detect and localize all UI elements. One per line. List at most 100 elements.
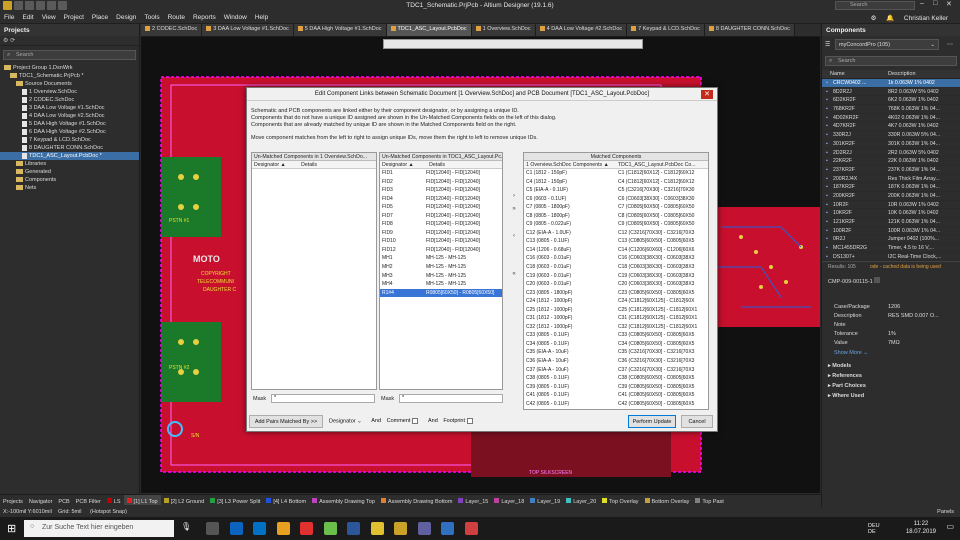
task-view-icon[interactable]: [206, 522, 219, 535]
edge-icon[interactable]: [230, 522, 243, 535]
matched-component-row[interactable]: C37 (EIA-A - 10uF) C37 (C3216[70X30] - C3…: [524, 366, 708, 375]
designator-select[interactable]: Designator: [329, 418, 356, 424]
matched-component-row[interactable]: C33 (0805 - 0.1UF) C33 (C0805[60X50] - C0…: [524, 331, 708, 340]
component-row[interactable]: ▪ 10KR2F 10K 0.063W 1% 0402: [822, 209, 960, 218]
user-name[interactable]: Christian Keller: [900, 12, 952, 22]
matched-component-row[interactable]: C14 (1206 - 0.68uF) C14 (C1206[60X60] - C…: [524, 246, 708, 255]
menu-project[interactable]: Project: [60, 11, 88, 21]
component-row[interactable]: ▪ 200KR2F 200K 0.063W 1% 04...: [822, 192, 960, 201]
add-pairs-matched-button[interactable]: Add Pairs Matched By >>: [249, 415, 323, 428]
document-tab[interactable]: TDC1_ASC_Layout.PcbDoc: [386, 24, 472, 36]
project-tree-item[interactable]: 3 DAA Low Voltage #1.SchDoc: [0, 104, 139, 112]
matched-component-row[interactable]: C1 (1812 - 150pF) C1 (C1812[60X12] - C181…: [524, 169, 708, 178]
col-details-label[interactable]: Details: [429, 162, 445, 168]
unmatched-pcb-list[interactable]: Un-Matched Components in TDC1_ASC_Layout…: [379, 152, 503, 390]
component-row[interactable]: ▪ MC1455DR2G Timer, 4.5 to 16 V,...: [822, 244, 960, 253]
matched-component-row[interactable]: C16 (0603 - 0.01uF) C16 (C0603[38X30] - C…: [524, 254, 708, 263]
matched-component-row[interactable]: C8 (0805 - 1800pF) C8 (C0805[60X50] - C08…: [524, 212, 708, 221]
word-icon[interactable]: [347, 522, 360, 535]
col-pcb-components[interactable]: TDC1_ASC_Layout.PcbDoc Co...: [618, 162, 696, 168]
minimize-icon[interactable]: –: [920, 0, 924, 7]
library-select[interactable]: myConcordPro (105) ⌄: [835, 39, 939, 50]
matched-component-row[interactable]: C42 (0805 - 0.1UF) C42 (C0805[60X50] - C0…: [524, 400, 708, 409]
menu-window[interactable]: Window: [220, 11, 251, 21]
settings-gear-icon[interactable]: ⚙: [867, 11, 881, 22]
designator-dropdown-icon[interactable]: ⌄: [356, 418, 362, 424]
matched-component-row[interactable]: C31 (1812 - 1000pF) C31 (C1812[60X125] - …: [524, 314, 708, 323]
component-row[interactable]: ▪ 22KR2F 22K 0.063W 1% 0402: [822, 157, 960, 166]
project-tree-item[interactable]: 7 Keypad & LCD.SchDoc: [0, 136, 139, 144]
microphone-icon[interactable]: 🎙: [181, 522, 191, 531]
matched-component-row[interactable]: C18 (0603 - 0.01uF) C18 (C0603[38X30] - C…: [524, 263, 708, 272]
component-row[interactable]: ▪ 4D7KR2F 4K7 0.063W 1% 0402: [822, 122, 960, 132]
matched-component-row[interactable]: C23 (0805 - 1800pF) C23 (C0805[60X50] - C…: [524, 289, 708, 298]
global-search-input[interactable]: Search: [835, 1, 915, 10]
unmatched-pcb-row[interactable]: FID2 FID[12040] - FID[12040]: [380, 178, 502, 187]
component-row[interactable]: ▪ DS1307+ I2C Real-Time Clock,...: [822, 253, 960, 262]
project-tree-item[interactable]: 1 Overview.SchDoc: [0, 88, 139, 96]
unmatched-pcb-row[interactable]: FID10 FID[12040] - FID[12040]: [380, 237, 502, 246]
project-tree-item[interactable]: 6 DAA High Voltage #2.SchDoc: [0, 128, 139, 136]
project-tree-item[interactable]: Generated: [0, 168, 139, 176]
move-all-right-arrow[interactable]: »: [509, 206, 519, 215]
section-header[interactable]: ▸ Part Choices: [822, 382, 960, 392]
col-description[interactable]: Description: [888, 71, 916, 77]
project-tree-item[interactable]: Source Documents: [0, 80, 139, 88]
project-tree-item[interactable]: 5 DAA High Voltage #1.SchDoc: [0, 120, 139, 128]
move-all-left-arrow[interactable]: «: [509, 271, 519, 280]
layer-tab[interactable]: [2] L2 Ground: [161, 495, 208, 505]
col-name[interactable]: Name: [830, 71, 845, 77]
matched-components-list[interactable]: Matched Components 1 Overview.SchDoc Com…: [523, 152, 709, 410]
matched-component-row[interactable]: C39 (0805 - 0.1UF) C39 (C0805[60X50] - C0…: [524, 383, 708, 392]
unmatched-pcb-row[interactable]: R1#4 R0805[60X50] - R0805[60X50]: [380, 288, 502, 298]
project-tree-item[interactable]: Libraries: [0, 160, 139, 168]
unmatched-pcb-row[interactable]: FID7 FID[12040] - FID[12040]: [380, 212, 502, 221]
layer-tab[interactable]: LS: [104, 495, 124, 505]
comment-checkbox[interactable]: [412, 418, 419, 424]
menu-tools[interactable]: Tools: [140, 11, 163, 21]
explorer-icon[interactable]: [371, 522, 384, 535]
panels-button[interactable]: Panels: [937, 509, 954, 515]
col-schematic-components[interactable]: 1 Overview.SchDoc Components: [526, 162, 602, 168]
document-tab[interactable]: 2 CODEC.SchDoc: [141, 24, 203, 36]
unmatched-pcb-row[interactable]: MH4 MH-125 - MH-125: [380, 280, 502, 289]
windows-start-icon[interactable]: ⊞: [7, 522, 16, 535]
component-row[interactable]: ▪ 4D02KR2F 4K02 0.063W 1% 04...: [822, 114, 960, 123]
matched-component-row[interactable]: C13 (0805 - 0.1UF) C13 (C0805[60X50] - C0…: [524, 237, 708, 246]
outlook-icon[interactable]: [253, 522, 266, 535]
unmatched-pcb-row[interactable]: FID3 FID[12040] - FID[12040]: [380, 186, 502, 195]
document-tab[interactable]: 5 DAA High Voltage #1.SchDoc: [293, 24, 387, 36]
matched-component-row[interactable]: C19 (0603 - 0.01uF) C19 (C0603[38X30] - C…: [524, 272, 708, 281]
project-tree-item[interactable]: 2 CODEC.SchDoc: [0, 96, 139, 104]
footprint-checkbox[interactable]: [467, 418, 474, 424]
unmatched-schematic-list[interactable]: Un-Matched Components in 1 Overview.SchD…: [251, 152, 377, 390]
unmatched-pcb-row[interactable]: FID5 FID[12040] - FID[12040]: [380, 203, 502, 212]
layer-tab[interactable]: Bottom Overlay: [642, 495, 693, 505]
refresh-icon[interactable]: ⟳: [10, 38, 15, 44]
component-row[interactable]: ▪ 100R2F 100R 0.063W 1% 04...: [822, 227, 960, 236]
col-details-label[interactable]: Details: [301, 162, 317, 168]
section-header[interactable]: ▸ References: [822, 372, 960, 382]
document-tab[interactable]: 4 DAA Low Voltage #2.SchDoc: [535, 24, 628, 36]
matched-component-row[interactable]: C36 (EIA-A - 10uF) C36 (C3216[70X30] - C3…: [524, 357, 708, 366]
section-header[interactable]: ▸ Models: [822, 362, 960, 372]
chrome-alt-icon[interactable]: [300, 522, 313, 535]
layer-tab[interactable]: Layer_19: [527, 495, 563, 505]
matched-component-row[interactable]: C9 (0805 - 0.022uF) C9 (C0805[60X50] - C0…: [524, 220, 708, 229]
unmatched-pcb-row[interactable]: FID4 FID[12040] - FID[12040]: [380, 195, 502, 204]
component-row[interactable]: ▪ 301KR2F 301K 0.063W 1% 04...: [822, 140, 960, 149]
project-tree-item[interactable]: TDC1_ASC_Layout.PcbDoc *: [0, 152, 139, 160]
section-header[interactable]: ▸ Where Used: [822, 392, 960, 402]
matched-component-row[interactable]: C34 (0805 - 0.1UF) C34 (C0805[60X50] - C0…: [524, 340, 708, 349]
matched-component-row[interactable]: C5 (EIA-A - 0.1UF) C5 (C3216[70X30] - C32…: [524, 186, 708, 195]
menu-reports[interactable]: Reports: [189, 11, 220, 21]
settings-icon[interactable]: ⚙: [3, 38, 8, 44]
document-tab[interactable]: 1 Overview.SchDoc: [471, 24, 536, 36]
menu-route[interactable]: Route: [164, 11, 189, 21]
close-window-icon[interactable]: ✕: [946, 0, 952, 8]
document-tab[interactable]: 3 DAA Low Voltage #1.SchDoc: [202, 24, 294, 36]
menu-view[interactable]: View: [38, 11, 60, 21]
col-designator-label[interactable]: Designator: [254, 162, 279, 168]
menu-design[interactable]: Design: [112, 11, 140, 21]
project-tree-item[interactable]: Components: [0, 176, 139, 184]
